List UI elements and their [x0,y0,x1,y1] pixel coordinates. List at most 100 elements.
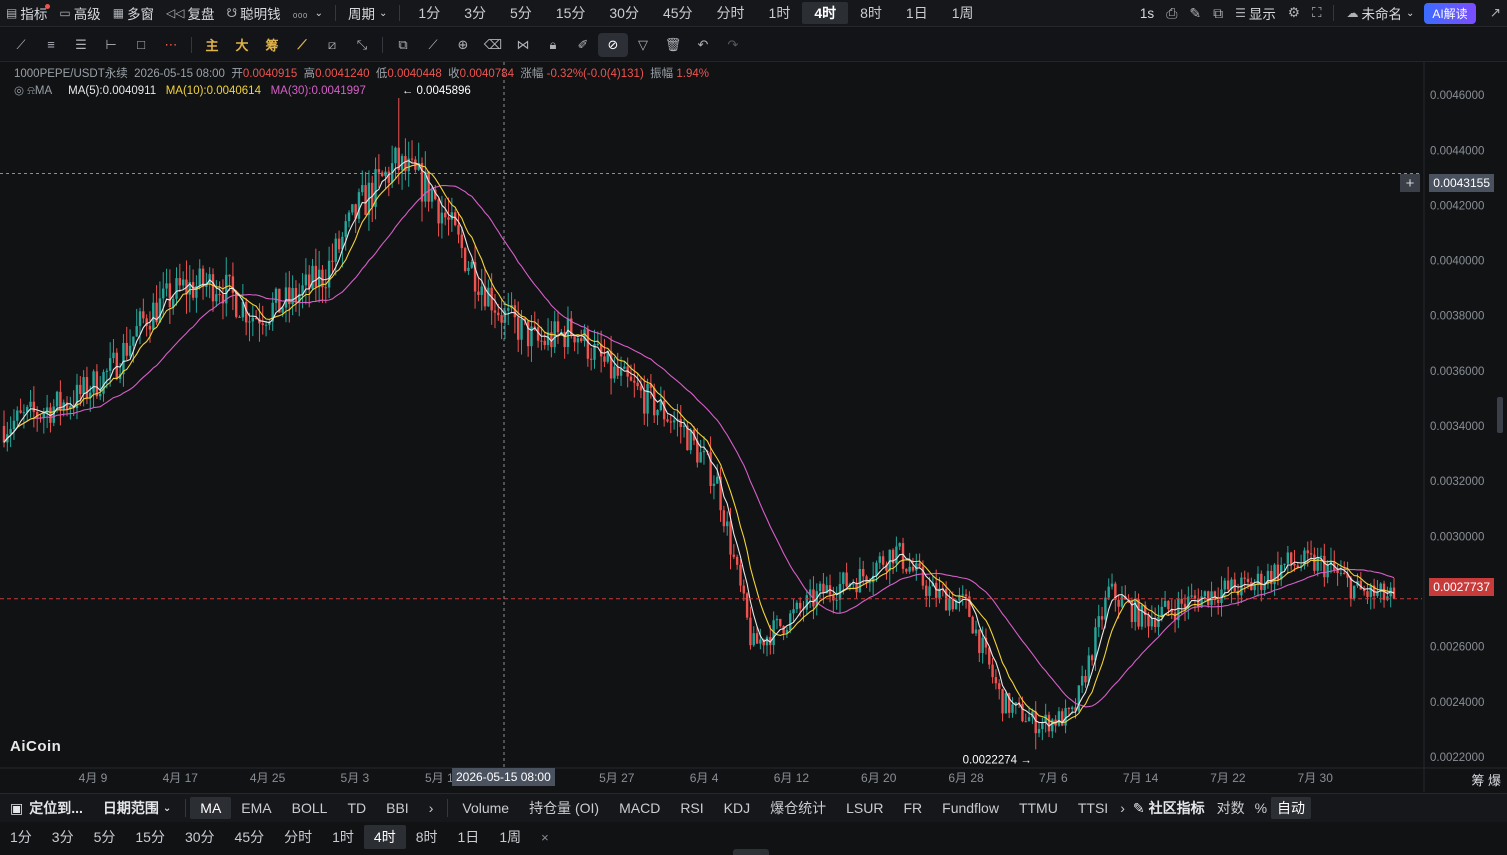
sub-indicator-ttsi[interactable]: TTSI [1068,797,1118,819]
big-order-button[interactable]: 大 [227,33,257,57]
sub-indicator-volume[interactable]: Volume [452,797,519,819]
sub-indicator-liquidation[interactable]: 爆仓统计 [760,797,836,819]
undo-icon[interactable]: ↶ [688,33,718,57]
candle-type-button[interactable]: ₀₀₀ ⌄ [287,0,329,27]
period-30m[interactable]: 30分 [597,0,651,27]
period-15m[interactable]: 15分 [544,0,598,27]
period-menu[interactable]: 周期 ⌄ [342,0,393,27]
bottom-period-15m[interactable]: 15分 [125,825,175,849]
eraser-icon[interactable]: ⌫ [478,33,508,57]
camera-icon[interactable]: ⎙ [1160,0,1183,27]
period-45m[interactable]: 45分 [651,0,705,27]
horizontal-lines-icon[interactable]: ☰ [66,33,96,57]
date-range-button[interactable]: 日期范围 ⌄ [93,797,181,819]
main-indicator-ma[interactable]: MA [190,797,232,819]
zoom-in-icon[interactable]: ⊕ [448,33,478,57]
link-icon[interactable]: ⊘ [598,32,628,57]
period-8h[interactable]: 8时 [848,0,894,27]
copy-icon[interactable]: ⧉ [388,33,418,57]
community-indicators-button[interactable]: ✎ 社区指标 [1127,797,1211,819]
bottom-period-4h[interactable]: 4时 [363,825,406,849]
bottom-period-1d[interactable]: 1日 [448,825,490,849]
candlestick-chart[interactable]: 0.0046000 0.0044000 0.0042000 0.0040000 0.00… [0,62,1507,792]
sub-indicator-oi[interactable]: 持仓量 (OI) [519,797,609,819]
brush-icon[interactable]: ⤡ [347,33,377,57]
trend-icon[interactable]: ↗ [1484,0,1507,27]
bottom-period-3m[interactable]: 3分 [42,825,84,849]
sub-indicator-fundflow[interactable]: Fundflow [932,797,1009,819]
period-4h[interactable]: 4时 [802,2,849,24]
advanced-button[interactable]: ▭ 高级 [53,0,106,27]
period-1m[interactable]: 1分 [406,0,452,27]
bottom-period-1h[interactable]: 1时 [322,825,364,849]
pencil-icon[interactable]: ✎ [1183,0,1207,27]
chips-button[interactable]: 筹 [257,33,287,57]
replay-button[interactable]: ◁◁ 复盘 [160,0,220,27]
resize-handle[interactable] [733,849,769,855]
multi-window-button[interactable]: ▦ 多窗 [107,0,160,27]
period-timeshare[interactable]: 分时 [705,0,757,27]
sub-indicator-lsur[interactable]: LSUR [836,797,893,819]
chevron-right-icon[interactable]: › [419,797,444,819]
display-button[interactable]: ☰ 显示 [1229,0,1282,27]
chips-liquidation-toggle[interactable]: 筹 爆 [1471,770,1501,789]
bottom-period-45m[interactable]: 45分 [225,825,275,849]
trendline-icon[interactable]: ⟋ [6,33,36,57]
indicators-button[interactable]: ▤ 指标 [0,0,53,27]
period-5m[interactable]: 5分 [498,0,544,27]
edit-list-icon[interactable]: ✐ [568,33,598,57]
sub-indicator-rsi[interactable]: RSI [670,797,713,819]
pattern-icon[interactable]: ⧄ [317,33,347,57]
add-alert-icon[interactable]: + [1400,174,1420,192]
auto-draw-icon[interactable]: ⟋ [287,33,317,57]
bottom-period-timeshare[interactable]: 分时 [274,825,322,849]
new-window-icon[interactable]: ⧉ [1207,0,1229,27]
collapse-icon[interactable]: ◎ [14,85,24,97]
divider [185,799,187,817]
redo-icon[interactable]: ↷ [718,33,748,57]
trash-icon[interactable]: 🗑︎ [658,33,688,57]
sub-indicator-macd[interactable]: MACD [609,797,670,819]
locate-button[interactable]: ▣ 定位到... [0,797,93,819]
main-indicator-ema[interactable]: EMA [231,797,281,819]
horizontal-ray-icon[interactable]: ⊢ [96,33,126,57]
percent-scale-toggle[interactable]: % [1251,797,1271,819]
more-shapes-icon[interactable]: ⋯ [156,33,186,57]
layout-menu[interactable]: ☁ 未命名 ⌄ [1340,0,1420,27]
fullscreen-icon[interactable]: ⛶ [1306,0,1327,27]
ruler-icon[interactable]: ⟋ [418,33,448,57]
bottom-period-30m[interactable]: 30分 [175,825,225,849]
main-indicator-bbi[interactable]: BBI [376,797,419,819]
chevron-right-icon[interactable]: › [1118,797,1127,819]
parallel-lines-icon[interactable]: ≡ [36,33,66,57]
crosshair-time-tag: 2026-05-15 08:00 [452,768,555,786]
period-1h[interactable]: 1时 [757,0,803,27]
log-scale-toggle[interactable]: 对数 [1211,797,1251,819]
main-indicator-boll[interactable]: BOLL [282,797,338,819]
auto-scale-toggle[interactable]: 自动 [1271,797,1312,819]
candle-body [261,323,264,325]
close-icon[interactable]: × [531,825,559,849]
main-chart-button[interactable]: 主 [197,33,227,57]
bottom-period-5m[interactable]: 5分 [84,825,126,849]
magnet-icon[interactable]: ⋈ [508,33,538,57]
period-1d[interactable]: 1日 [894,0,940,27]
interval-1s-button[interactable]: 1s [1134,0,1160,27]
bottom-period-1m[interactable]: 1分 [0,825,42,849]
rectangle-icon[interactable]: □ [126,33,156,57]
settings-icon[interactable]: ⚙ [1282,0,1306,27]
sub-indicator-ttmu[interactable]: TTMU [1009,797,1068,819]
sub-indicator-kdj[interactable]: KDJ [714,797,760,819]
bottom-period-1w[interactable]: 1周 [489,825,531,849]
period-3m[interactable]: 3分 [452,0,498,27]
smart-money-button[interactable]: ☋ 聪明钱 [221,0,287,27]
alert-icon[interactable]: ⍾ [27,85,35,97]
filter-icon[interactable]: ▽ [628,33,658,57]
sub-indicator-fr[interactable]: FR [893,797,932,819]
lock-icon[interactable]: 🔒︎ [538,33,568,57]
period-1w[interactable]: 1周 [940,0,986,27]
price-chart[interactable]: 0.0046000 0.0044000 0.0042000 0.0040000 0.00… [0,62,1507,792]
bottom-period-8h[interactable]: 8时 [406,825,448,849]
ai-analysis-button[interactable]: AI解读 [1424,2,1476,24]
main-indicator-td[interactable]: TD [337,797,376,819]
